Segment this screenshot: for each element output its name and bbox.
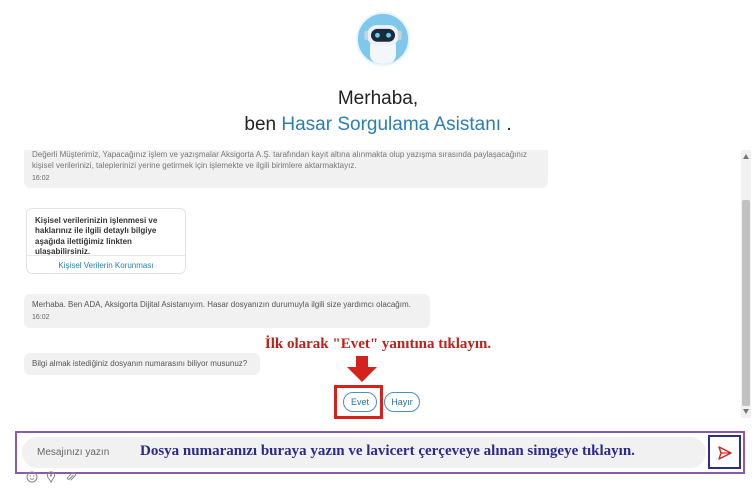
instruction-top: İlk olarak "Evet" yanıtına tıklayın. — [264, 336, 492, 352]
greeting-subtitle: ben Hasar Sorgulama Asistanı . — [0, 114, 756, 136]
scroll-thumb[interactable] — [742, 200, 750, 406]
message-time: 16:02 — [32, 174, 50, 182]
composer-tools — [26, 471, 80, 483]
arrow-down-icon — [346, 356, 378, 382]
send-icon — [718, 446, 732, 460]
attachment-icon[interactable] — [65, 471, 77, 483]
bot-question: Bilgi almak istediğiniz dosyanın numaras… — [24, 353, 260, 375]
bot-message: Değerli Müşterimiz, Yapacağınız işlem ve… — [24, 150, 548, 188]
send-button[interactable] — [708, 435, 741, 469]
chat-scrollbar[interactable] — [741, 150, 751, 418]
location-icon[interactable] — [45, 471, 57, 483]
card-divider — [27, 255, 185, 256]
robot-avatar — [356, 12, 410, 66]
message-text: Merhaba. Ben ADA, Aksigorta Dijital Asis… — [32, 300, 411, 309]
privacy-card-text: Kişisel verilerinizin işlenmesi ve hakla… — [35, 216, 158, 257]
instruction-bottom: Dosya numaranızı buraya yazın ve lavicer… — [140, 443, 635, 459]
privacy-card: Kişisel verilerinizin işlenmesi ve hakla… — [26, 208, 186, 274]
bot-message: Merhaba. Ben ADA, Aksigorta Dijital Asis… — [24, 294, 430, 328]
message-time: 16:02 — [32, 313, 50, 321]
message-text: Bilgi almak istediğiniz dosyanın numaras… — [32, 359, 248, 368]
message-text: Değerli Müşterimiz, Yapacağınız işlem ve… — [32, 150, 528, 170]
message-input-placeholder: Mesajınızı yazın — [37, 447, 110, 458]
quick-reply-yes[interactable]: Evet — [343, 392, 377, 412]
emoji-icon[interactable] — [26, 471, 38, 483]
quick-reply-no[interactable]: Hayır — [384, 392, 420, 412]
scroll-up-icon[interactable] — [743, 154, 749, 159]
scroll-down-icon[interactable] — [743, 409, 749, 414]
greeting-title: Merhaba, — [337, 88, 419, 109]
subtitle-prefix: ben — [244, 114, 282, 135]
subtitle-suffix: . — [501, 114, 512, 135]
robot-icon — [358, 14, 408, 64]
privacy-link[interactable]: Kişisel Verilerin Korunması — [27, 261, 185, 270]
assistant-name: Hasar Sorgulama Asistanı — [281, 114, 502, 135]
